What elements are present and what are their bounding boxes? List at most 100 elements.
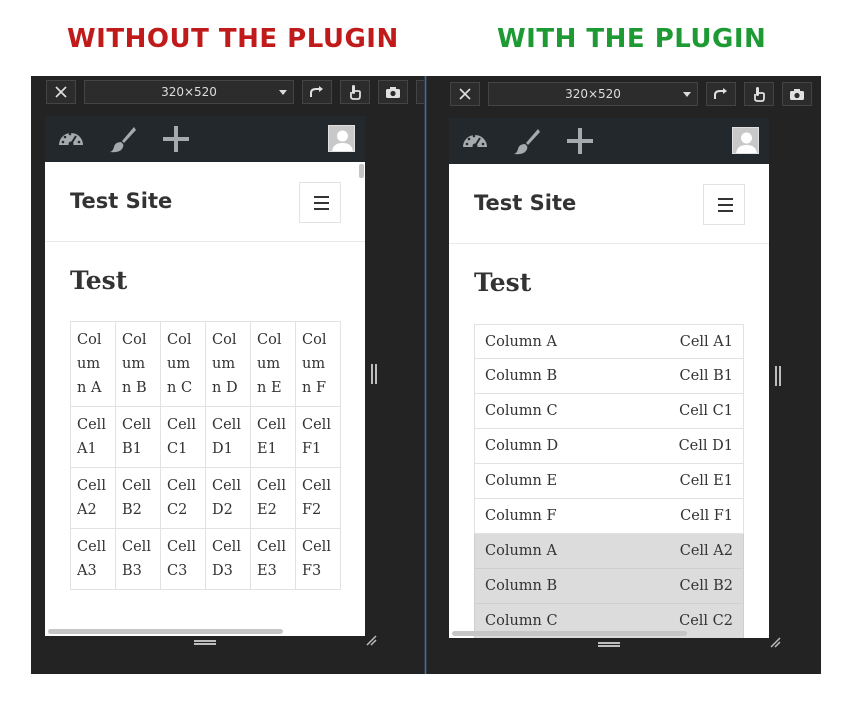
row-label: Column C [485, 613, 558, 629]
vertical-scrollbar[interactable] [359, 164, 364, 178]
table-row: Column F Cell F1 [474, 499, 744, 534]
row-label: Column B [485, 368, 558, 384]
rotate-icon [310, 86, 323, 97]
row-value: Cell D1 [678, 438, 733, 454]
table-cell: Cell D2 [205, 467, 251, 529]
close-icon [459, 88, 471, 100]
rotate-icon [714, 88, 727, 99]
with-plugin-heading: WITH THE PLUGIN [497, 24, 767, 54]
table-cell: Cell B3 [115, 528, 161, 590]
data-table-responsive: Column A Cell A1 Column B Cell B1 Column C… [474, 324, 744, 638]
table-cell: Cell F1 [295, 406, 341, 468]
row-label: Column C [485, 403, 558, 419]
table-cell: Cell A2 [70, 467, 116, 529]
viewport-size-value: 320×520 [161, 85, 217, 99]
close-button[interactable] [46, 80, 76, 104]
close-icon [55, 86, 67, 98]
row-value: Cell E1 [679, 473, 733, 489]
table-cell: Cell F3 [295, 528, 341, 590]
dashboard-icon[interactable] [461, 127, 489, 155]
responsive-frame-with-plugin: 320×520 Test Site Test Column A Cell A1 C… [427, 76, 821, 674]
plus-icon[interactable] [162, 125, 190, 153]
site-title[interactable]: Test Site [474, 191, 576, 215]
dashboard-icon[interactable] [57, 125, 85, 153]
table-cell: Cell F2 [295, 467, 341, 529]
resize-handle-side[interactable] [371, 364, 377, 384]
touch-icon [350, 85, 361, 100]
viewport-size-select[interactable]: 320×520 [84, 80, 294, 104]
row-value: Cell B2 [679, 578, 733, 594]
admin-bar [449, 118, 769, 164]
resize-handle-side[interactable] [775, 366, 781, 386]
table-header-cell: Col um n A [70, 321, 116, 407]
table-row: Column A Cell A1 [474, 324, 744, 359]
table-header-cell: Col um n F [295, 321, 341, 407]
table-cell: Cell D1 [205, 406, 251, 468]
camera-icon [790, 88, 804, 100]
resize-corner-icon[interactable] [365, 634, 377, 646]
touch-simulation-button[interactable] [744, 82, 774, 106]
header-divider [449, 243, 769, 244]
rotate-button[interactable] [706, 82, 736, 106]
chevron-down-icon [683, 92, 691, 97]
table-header-cell: Col um n E [250, 321, 296, 407]
resize-handle-bottom[interactable] [194, 640, 216, 645]
table-row: Column D Cell D1 [474, 429, 744, 464]
avatar[interactable] [732, 127, 759, 154]
resize-corner-icon[interactable] [769, 636, 781, 648]
viewport-size-select[interactable]: 320×520 [488, 82, 698, 106]
table-row: Cell A3 Cell B3 Cell C3 Cell D3 Cell E3 Cell F… [70, 528, 341, 590]
rotate-button[interactable] [302, 80, 332, 104]
screenshot-button[interactable] [378, 80, 408, 104]
row-label: Column F [485, 508, 557, 524]
touch-icon [754, 87, 765, 102]
row-value: Cell A1 [679, 333, 733, 350]
table-row: Column C Cell C1 [474, 394, 744, 429]
table-row: Cell A1 Cell B1 Cell C1 Cell D1 Cell E1 Cell F… [70, 406, 341, 468]
table-header-cell: Col um n D [205, 321, 251, 407]
plus-icon[interactable] [566, 127, 594, 155]
table-row: Column B Cell B2 [474, 569, 744, 604]
data-table-unresponsive: Col um n A Col um n B Col um n C Col um n D Col u… [70, 321, 341, 590]
brush-icon[interactable] [109, 125, 137, 153]
row-label: Column D [485, 438, 559, 454]
responsive-frame-without-plugin: 320×520 Test Site Test Col um n A Col um n [31, 76, 424, 674]
header-divider [45, 241, 365, 242]
table-cell: Cell A1 [70, 406, 116, 468]
horizontal-scrollbar[interactable] [452, 631, 687, 636]
table-header-cell: Col um n B [115, 321, 161, 407]
row-value: Cell C1 [679, 403, 733, 419]
screenshot-button[interactable] [782, 82, 812, 106]
site-viewport: Test Site Test Col um n A Col um n B Col um n … [45, 116, 365, 636]
table-cell: Cell E2 [250, 467, 296, 529]
menu-toggle-button[interactable] [299, 182, 341, 223]
touch-simulation-button[interactable] [340, 80, 370, 104]
menu-toggle-button[interactable] [703, 184, 745, 225]
without-plugin-heading: WITHOUT THE PLUGIN [67, 24, 399, 54]
horizontal-scrollbar[interactable] [48, 629, 283, 634]
avatar-icon [332, 130, 353, 151]
avatar-icon [736, 132, 757, 153]
row-label: Column E [485, 473, 558, 489]
row-value: Cell B1 [679, 368, 733, 384]
row-label: Column B [485, 578, 558, 594]
table-row: Column E Cell E1 [474, 464, 744, 499]
admin-bar [45, 116, 365, 162]
page-title: Test [70, 266, 128, 295]
viewport-size-value: 320×520 [565, 87, 621, 101]
table-row: Column A Cell A2 [474, 534, 744, 569]
site-title[interactable]: Test Site [70, 189, 172, 213]
table-cell: Cell A3 [70, 528, 116, 590]
close-button[interactable] [450, 82, 480, 106]
table-cell: Cell C2 [160, 467, 206, 529]
camera-icon [386, 86, 400, 98]
table-cell: Cell C3 [160, 528, 206, 590]
page-title: Test [474, 268, 532, 297]
resize-handle-bottom[interactable] [598, 642, 620, 647]
table-cell: Cell D3 [205, 528, 251, 590]
brush-icon[interactable] [513, 127, 541, 155]
table-cell: Cell C1 [160, 406, 206, 468]
avatar[interactable] [328, 125, 355, 152]
table-cell: Cell B2 [115, 467, 161, 529]
table-cell: Cell B1 [115, 406, 161, 468]
